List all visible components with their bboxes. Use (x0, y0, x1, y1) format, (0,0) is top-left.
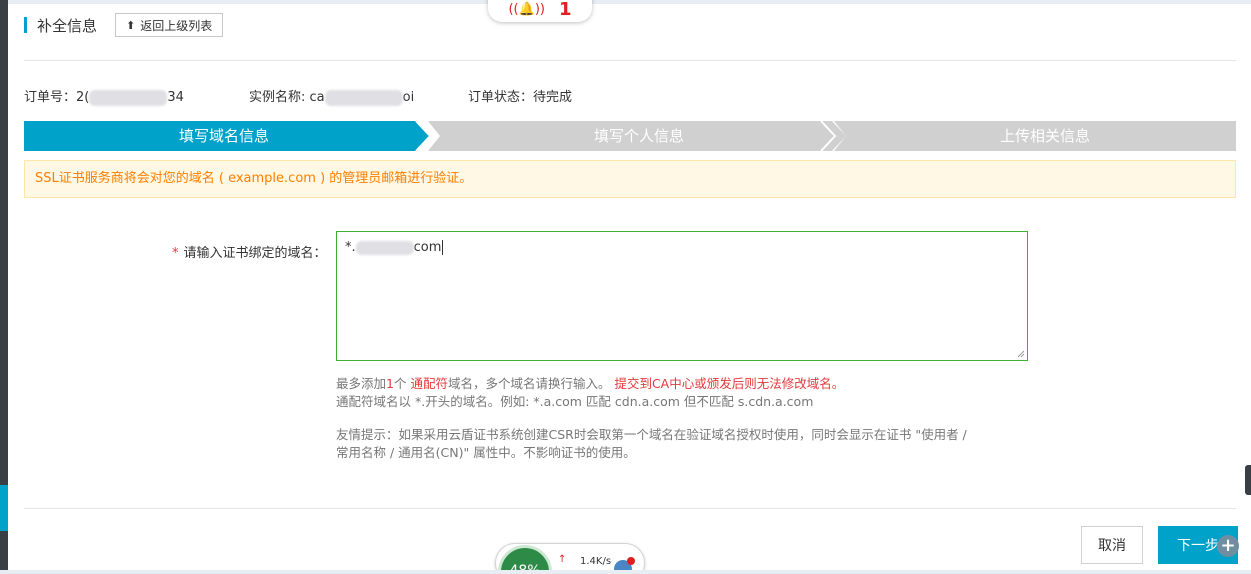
notification-count: 1 (558, 0, 572, 20)
domain-field-label: * 请输入证书绑定的域名： (172, 242, 327, 261)
domain-field-label-text: 请输入证书绑定的域名： (183, 246, 327, 261)
order-number-end: 34 (167, 90, 184, 105)
domain-textarea-value: *. com (345, 240, 444, 255)
verification-notice: SSL证书服务商将会对您的域名 ( example.com ) 的管理员邮箱进行… (24, 160, 1236, 198)
upload-rate: 1.4K/s (580, 556, 612, 567)
right-side-tab[interactable] (1245, 465, 1251, 495)
footer-divider (24, 508, 1236, 509)
redacted-order-number (89, 89, 168, 106)
cancel-button[interactable]: 取消 (1081, 526, 1143, 564)
text-cursor (442, 240, 444, 255)
order-number-label: 订单号： (24, 90, 77, 105)
upload-arrow-icon: ↑ (558, 554, 567, 565)
help-limit-e: 域名，多个域名请换行输入。 (447, 376, 615, 391)
instance-name-end: oi (402, 90, 415, 105)
instance-name-start: ca (309, 90, 325, 105)
bottom-border (0, 570, 1251, 574)
sidebar-active-indicator (0, 485, 8, 531)
header-divider (24, 60, 1236, 61)
alert-dot-icon (627, 557, 635, 565)
top-border (8, 0, 1251, 4)
step-personal-info: 填写个人信息 (593, 127, 684, 145)
back-to-list-button[interactable]: ⬆ 返回上级列表 (115, 13, 224, 37)
left-sidebar-strip (0, 0, 8, 574)
arrow-up-icon: ⬆ (126, 18, 136, 32)
required-mark: * (172, 246, 179, 261)
domain-value-end: com (413, 240, 442, 255)
plus-icon[interactable]: + (1217, 535, 1239, 557)
redacted-domain (355, 240, 414, 255)
back-to-list-label: 返回上级列表 (140, 18, 213, 33)
order-number: 订单号：2( 34 (24, 86, 184, 106)
help-tip-line2: 常用名称 / 通用名(CN)" 属性中。不影响证书的使用。 (336, 445, 636, 460)
help-tip-line1: 友情提示：如果采用云盾证书系统创建CSR时会取第一个域名在验证域名授权时使用，同… (336, 427, 967, 442)
step-domain-info: 填写域名信息 (178, 127, 269, 145)
instance-name-label: 实例名称: (249, 90, 306, 105)
order-status: 订单状态：待完成 (468, 86, 572, 105)
help-limit-text: 最多添加1个 通配符域名，多个域名请换行输入。 提交到CA中心或颁发后则无法修改… (336, 375, 844, 393)
order-status-label: 订单状态： (468, 90, 534, 105)
notification-badge[interactable]: ((🔔)) 1 (488, 0, 592, 22)
main-panel: 补全信息 ⬆ 返回上级列表 ((🔔)) 1 订单号：2( 34 实例名称: ca o… (8, 0, 1251, 574)
redacted-instance-name (324, 89, 403, 106)
help-wildcard-term: 通配符 (410, 376, 448, 391)
page-title: 补全信息 (37, 16, 98, 35)
domain-textarea[interactable]: *. com (336, 231, 1028, 361)
help-limit-a: 最多添加 (336, 376, 387, 391)
order-status-value: 待完成 (533, 90, 573, 105)
title-accent-bar (24, 17, 27, 33)
help-limit-c: 个 (393, 376, 411, 391)
domain-value-start: *. (345, 240, 356, 255)
page-header: 补全信息 ⬆ 返回上级列表 (24, 12, 224, 38)
help-warning: 提交到CA中心或颁发后则无法修改域名。 (614, 376, 845, 391)
help-limit-count: 1 (386, 376, 394, 391)
bell-icon: ((🔔)) (508, 1, 545, 17)
instance-name: 实例名称: ca oi (249, 86, 414, 106)
help-wildcard-example: 通配符域名以 *.开头的域名。例如: *.a.com 匹配 cdn.a.com … (336, 394, 814, 409)
resize-handle-icon[interactable] (1017, 350, 1025, 358)
order-number-start: 2( (76, 90, 90, 105)
step-upload-info: 上传相关信息 (999, 127, 1090, 145)
step-progress: 填写域名信息 填写个人信息 上传相关信息 (24, 121, 1236, 151)
